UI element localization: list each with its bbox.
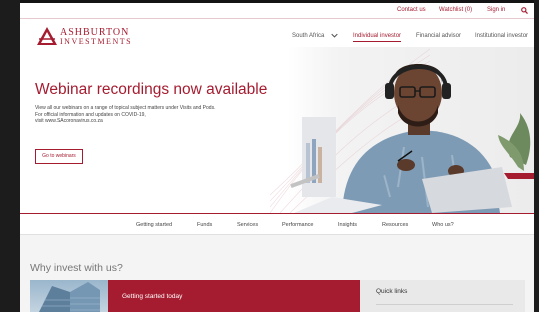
why-invest-heading: Why invest with us?	[30, 262, 123, 274]
hero-description: View all our webinars on a range of topi…	[35, 105, 280, 125]
region-label: South Africa	[292, 33, 325, 40]
go-to-webinars-button[interactable]: Go to webinars	[35, 149, 83, 164]
subnav-who-us[interactable]: Who us?	[432, 222, 454, 228]
watchlist-link[interactable]: Watchlist (0)	[439, 7, 472, 13]
quick-links-divider	[376, 304, 513, 305]
utility-bar: Contact us Watchlist (0) Sign in	[20, 3, 534, 19]
quick-links-heading: Quick links	[376, 288, 408, 295]
hero-text-line-1: View all our webinars on a range of topi…	[35, 105, 216, 111]
screen-right-border	[534, 0, 539, 312]
subnav-performance[interactable]: Performance	[282, 222, 314, 228]
region-selector[interactable]: South Africa	[292, 33, 338, 39]
nav-individual-investor[interactable]: Individual investor	[353, 33, 402, 42]
hero-banner: Webinar recordings now available View al…	[20, 47, 534, 213]
quick-links-panel: Quick links	[360, 280, 525, 312]
secondary-nav: Getting started Funds Services Performan…	[20, 213, 534, 235]
subnav-funds[interactable]: Funds	[197, 222, 212, 228]
getting-started-label: Getting started today	[122, 293, 183, 300]
hero-text-line-2: For official information and updates on …	[35, 111, 146, 118]
logo-mark-icon	[37, 27, 57, 45]
hero-title: Webinar recordings now available	[35, 81, 268, 98]
hero-covid-link[interactable]: visit www.SAcoronavirus.co.za	[35, 118, 280, 125]
nav-financial-advisor[interactable]: Financial advisor	[416, 33, 461, 39]
subnav-getting-started[interactable]: Getting started	[136, 222, 172, 228]
website-page: Contact us Watchlist (0) Sign in ASHBURT…	[20, 3, 534, 312]
chevron-down-icon	[331, 33, 338, 38]
building-icon	[39, 282, 100, 312]
hero-person-image	[290, 64, 534, 213]
logo-text-investments: INVESTMENTS	[60, 37, 133, 46]
contact-link[interactable]: Contact us	[397, 7, 426, 13]
nav-institutional-investor[interactable]: Institutional investor	[475, 33, 528, 39]
getting-started-card[interactable]: Getting started today	[108, 280, 360, 312]
subnav-insights[interactable]: Insights	[338, 222, 357, 228]
search-icon[interactable]	[521, 7, 528, 14]
ashburton-logo[interactable]: ASHBURTON INVESTMENTS	[37, 25, 147, 47]
building-image	[30, 280, 110, 312]
why-invest-section: Why invest with us? Getting started toda…	[20, 235, 534, 312]
signin-link[interactable]: Sign in	[487, 7, 505, 13]
subnav-services[interactable]: Services	[237, 222, 258, 228]
subnav-resources[interactable]: Resources	[382, 222, 408, 228]
screen-left-border	[0, 0, 20, 312]
